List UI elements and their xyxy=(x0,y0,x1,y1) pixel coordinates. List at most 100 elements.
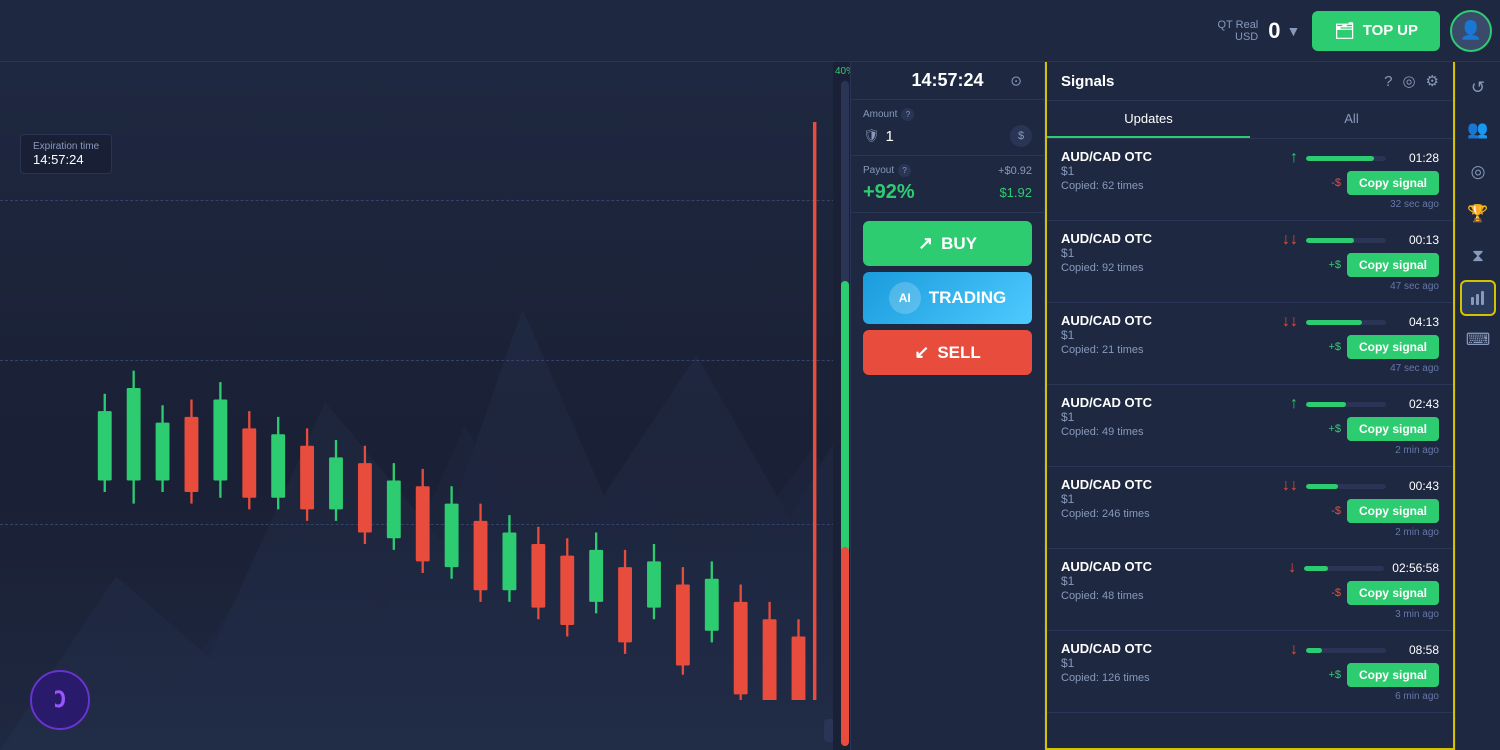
signal-bar-fill xyxy=(1306,238,1354,243)
signal-change: +$ xyxy=(1328,341,1341,353)
ai-badge: AI xyxy=(889,282,921,314)
copy-signal-button[interactable]: Copy signal xyxy=(1347,171,1439,195)
right-sidebar: ↺ 👥 ◎ 🏆 ⧗ ⌨ xyxy=(1455,62,1500,750)
signal-pair: AUD/CAD OTC xyxy=(1061,149,1286,164)
signal-copied: Copied: 246 times xyxy=(1061,508,1278,520)
signal-bar xyxy=(1304,566,1384,571)
sidebar-users-button[interactable]: 👥 xyxy=(1460,112,1496,148)
signals-settings-button[interactable]: ⚙ xyxy=(1426,72,1439,90)
signal-pair: AUD/CAD OTC xyxy=(1061,313,1278,328)
signal-change: -$ xyxy=(1331,505,1341,517)
top-up-label: TOP UP xyxy=(1363,22,1418,39)
signal-time-row: ↓↓ 00:43 xyxy=(1282,477,1439,495)
signals-tabs: Updates All xyxy=(1047,101,1453,139)
payout-row: +92% $1.92 xyxy=(863,181,1032,204)
signal-copy-row: -$ Copy signal xyxy=(1331,499,1439,523)
top-up-button[interactable]: 🗂 TOP UP xyxy=(1312,11,1440,51)
signals-compass-button[interactable]: ◎ xyxy=(1402,72,1415,90)
signals-tab-all[interactable]: All xyxy=(1250,101,1453,138)
signal-time: 00:43 xyxy=(1394,479,1439,493)
amount-number: 1 xyxy=(886,128,894,145)
signal-amount: $1 xyxy=(1061,246,1278,260)
signal-item: AUD/CAD OTC $1 Copied: 246 times ↓↓ 00:4… xyxy=(1047,467,1453,549)
signal-copied: Copied: 92 times xyxy=(1061,262,1278,274)
signal-amount: $1 xyxy=(1061,164,1286,178)
signal-right: ↑ 02:43 +$ Copy signal 2 min ago xyxy=(1290,395,1439,456)
signal-amount: $1 xyxy=(1061,574,1284,588)
avatar-icon: 👤 xyxy=(1460,20,1482,41)
signal-copy-row: -$ Copy signal xyxy=(1331,581,1439,605)
amount-label: Amount ? xyxy=(863,108,1032,121)
signal-item: AUD/CAD OTC $1 Copied: 49 times ↑ 02:43 … xyxy=(1047,385,1453,467)
signal-time: 08:58 xyxy=(1394,643,1439,657)
payout-note: +$0.92 xyxy=(998,165,1032,177)
signal-time: 04:13 xyxy=(1394,315,1439,329)
payout-label: Payout ? +$0.92 xyxy=(863,164,1032,177)
sidebar-history-button[interactable]: ↺ xyxy=(1460,70,1496,106)
signal-bar-fill xyxy=(1306,484,1338,489)
amount-value: 🛡 1 xyxy=(863,128,894,145)
signal-right: ↓ 08:58 +$ Copy signal 6 min ago xyxy=(1290,641,1439,702)
expiration-icon[interactable]: ⊙ xyxy=(1010,72,1022,89)
sell-arrow-icon: ↙ xyxy=(914,342,929,363)
expiration-time-chart: 14:57:24 xyxy=(33,152,99,167)
sidebar-hourglass-button[interactable]: ⧗ xyxy=(1460,238,1496,274)
buy-button[interactable]: ↗ BUY xyxy=(863,221,1032,266)
sidebar-trophy-button[interactable]: 🏆 xyxy=(1460,196,1496,232)
logo: Ͻ xyxy=(30,670,90,730)
signal-time-row: ↓↓ 04:13 xyxy=(1282,313,1439,331)
progress-fill-red xyxy=(841,547,849,747)
wallet-icon: 🗂 xyxy=(1334,21,1354,41)
copy-signal-button[interactable]: Copy signal xyxy=(1347,253,1439,277)
shield-icon: 🛡 xyxy=(863,128,880,144)
signal-copied: Copied: 21 times xyxy=(1061,344,1278,356)
payout-help-icon[interactable]: ? xyxy=(898,164,911,177)
account-currency: USD xyxy=(1235,31,1258,43)
signal-pair: AUD/CAD OTC xyxy=(1061,641,1286,656)
signal-bar xyxy=(1306,484,1386,489)
copy-signal-button[interactable]: Copy signal xyxy=(1347,417,1439,441)
signal-amount: $1 xyxy=(1061,656,1286,670)
signals-tab-updates[interactable]: Updates xyxy=(1047,101,1250,138)
payout-section: Payout ? +$0.92 +92% $1.92 xyxy=(851,156,1044,213)
signal-ago: 47 sec ago xyxy=(1390,363,1439,374)
expiration-label: Expiration time xyxy=(33,141,99,152)
copy-signal-button[interactable]: Copy signal xyxy=(1347,581,1439,605)
sell-button[interactable]: ↙ SELL xyxy=(863,330,1032,375)
signal-change: +$ xyxy=(1328,259,1341,271)
signal-ago: 2 min ago xyxy=(1395,445,1439,456)
signal-ago: 6 min ago xyxy=(1395,691,1439,702)
signal-time-row: ↓ 02:56:58 xyxy=(1288,559,1439,577)
signal-copy-row: +$ Copy signal xyxy=(1328,663,1439,687)
sidebar-signal-button[interactable] xyxy=(1460,280,1496,316)
signal-copy-row: +$ Copy signal xyxy=(1328,335,1439,359)
copy-signal-button[interactable]: Copy signal xyxy=(1347,499,1439,523)
signal-pair: AUD/CAD OTC xyxy=(1061,395,1286,410)
signal-bar xyxy=(1306,156,1386,161)
avatar[interactable]: 👤 xyxy=(1450,10,1492,52)
account-balance: 0 xyxy=(1268,18,1280,44)
payout-amount: $1.92 xyxy=(999,185,1032,200)
expiration-time: 14:57:24 xyxy=(911,70,983,91)
amount-help-icon[interactable]: ? xyxy=(901,108,914,121)
ai-trading-button[interactable]: AI TRADING xyxy=(863,272,1032,324)
amount-section: Amount ? 🛡 1 $ xyxy=(851,100,1044,156)
sidebar-target-button[interactable]: ◎ xyxy=(1460,154,1496,190)
signal-bar-fill xyxy=(1306,648,1322,653)
candlestick-chart xyxy=(40,122,965,700)
copy-signal-button[interactable]: Copy signal xyxy=(1347,663,1439,687)
signal-right: ↑ 01:28 -$ Copy signal 32 sec ago xyxy=(1290,149,1439,210)
copy-signal-button[interactable]: Copy signal xyxy=(1347,335,1439,359)
signal-pair: AUD/CAD OTC xyxy=(1061,477,1278,492)
signals-help-button[interactable]: ? xyxy=(1384,73,1392,90)
payout-percent: +92% xyxy=(863,181,915,204)
balance-dropdown-icon[interactable]: ▼ xyxy=(1287,23,1301,39)
signals-list: AUD/CAD OTC $1 Copied: 62 times ↑ 01:28 … xyxy=(1047,139,1453,735)
signals-header-icons: ? ◎ ⚙ xyxy=(1384,72,1439,90)
logo-text: Ͻ xyxy=(53,688,66,713)
currency-icon[interactable]: $ xyxy=(1010,125,1032,147)
account-type: QT Real xyxy=(1218,19,1259,31)
sidebar-keyboard-button[interactable]: ⌨ xyxy=(1460,322,1496,358)
account-info: QT Real USD 0 ▼ xyxy=(1218,18,1301,44)
signal-ago: 47 sec ago xyxy=(1390,281,1439,292)
